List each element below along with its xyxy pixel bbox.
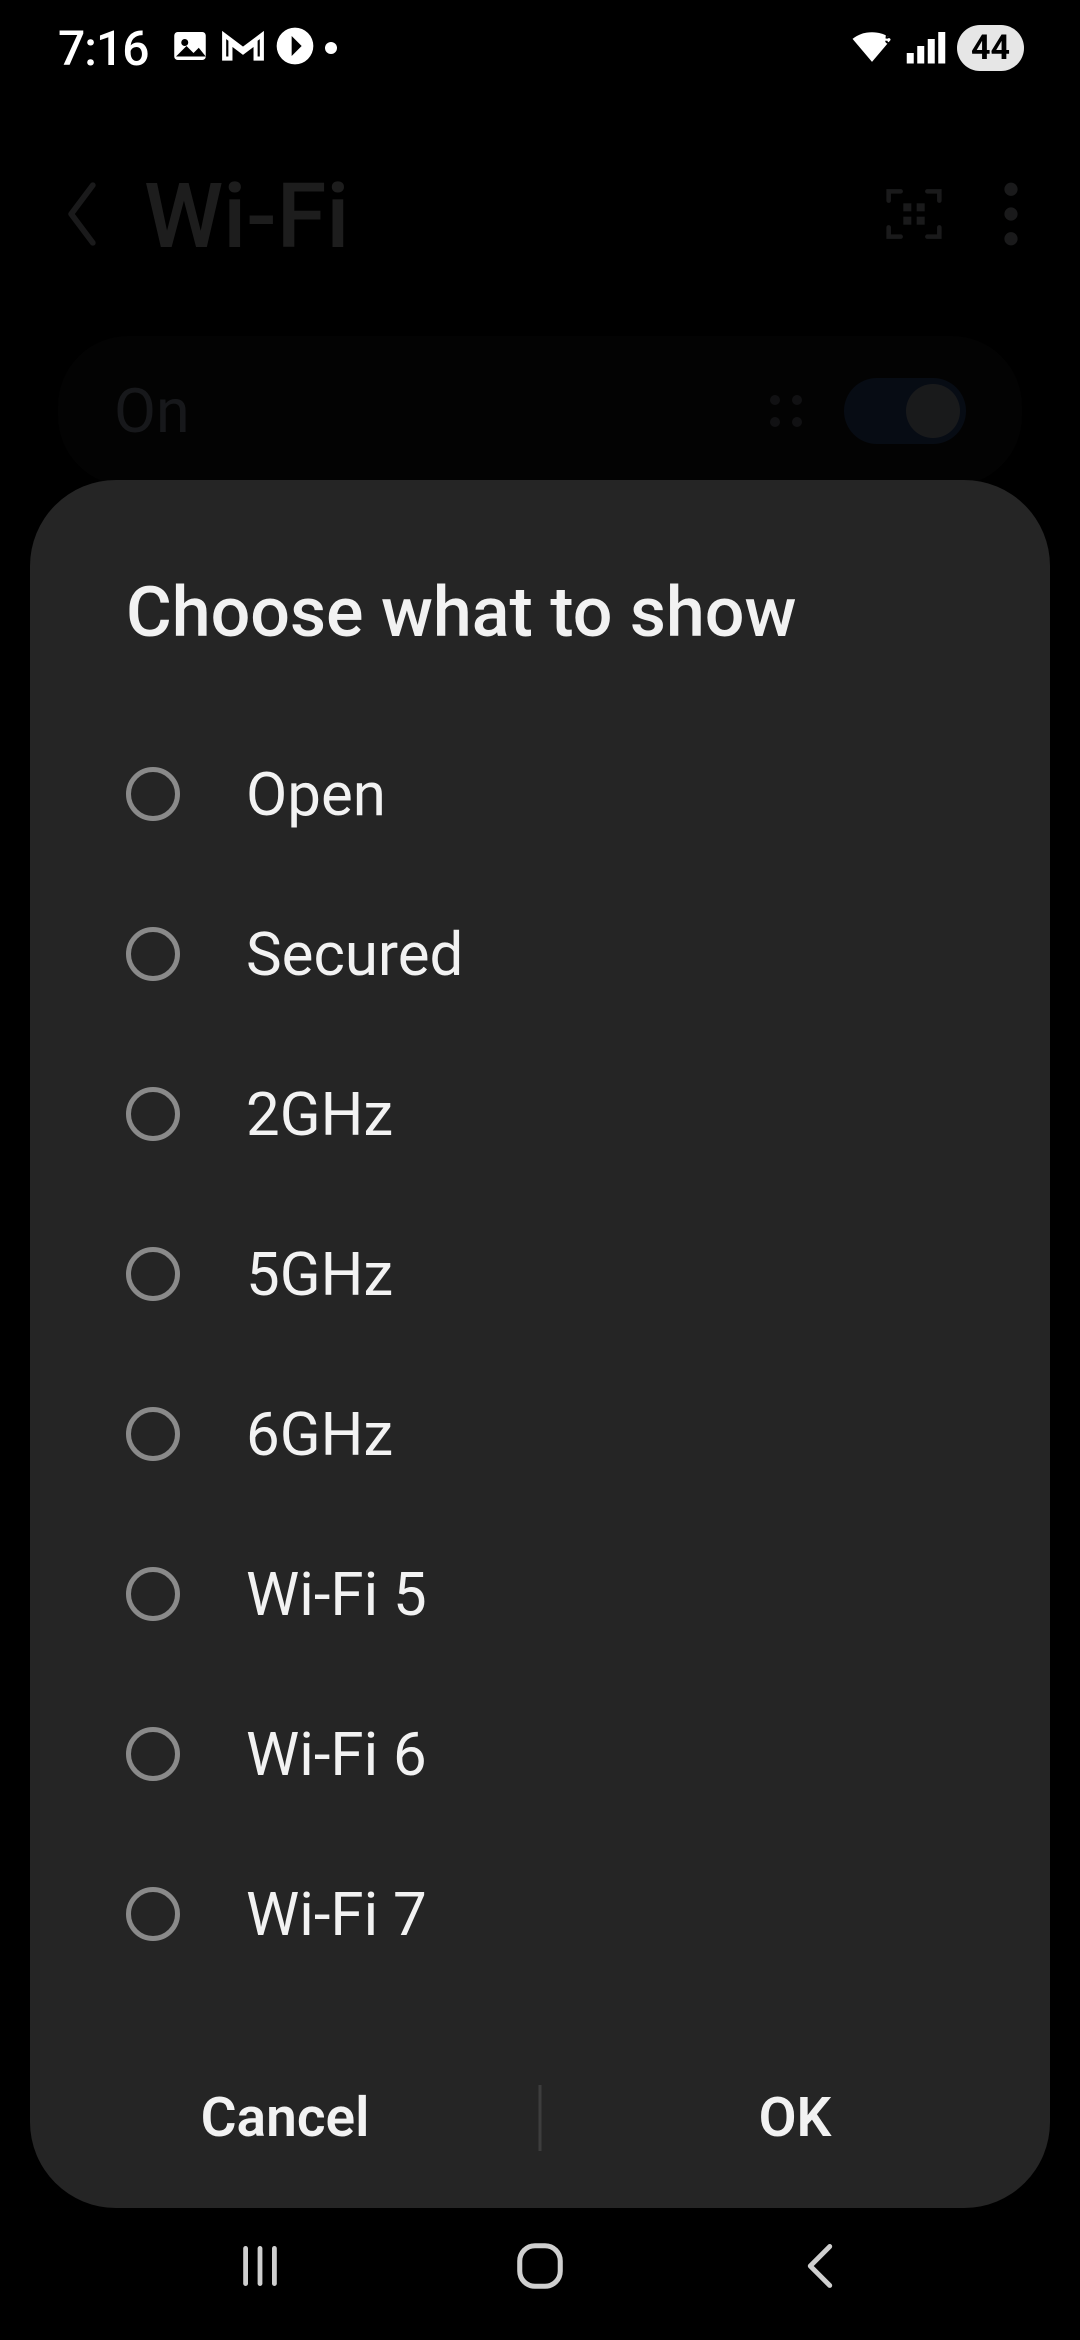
more-notifications-dot	[325, 42, 337, 54]
back-nav-icon[interactable]	[770, 2232, 870, 2300]
cancel-button[interactable]: Cancel	[30, 2086, 540, 2150]
ok-button[interactable]: OK	[540, 2086, 1050, 2150]
home-nav-icon[interactable]	[490, 2232, 590, 2300]
radio-icon	[126, 1087, 180, 1141]
wifi-status-icon: 5	[849, 27, 895, 69]
dialog-actions: Cancel OK	[30, 2028, 1050, 2208]
option-open[interactable]: Open	[30, 714, 1050, 874]
battery-indicator: 44	[957, 25, 1024, 71]
app-notification-icon	[275, 26, 315, 70]
option-label: Open	[246, 759, 386, 830]
option-label: 2GHz	[246, 1079, 393, 1150]
option-label: 5GHz	[246, 1239, 393, 1310]
radio-icon	[126, 1567, 180, 1621]
recents-nav-icon[interactable]	[210, 2232, 310, 2300]
gmail-notification-icon	[221, 29, 265, 67]
option-wifi7[interactable]: Wi-Fi 7	[30, 1834, 1050, 1994]
option-2ghz[interactable]: 2GHz	[30, 1034, 1050, 1194]
system-nav-bar	[0, 2192, 1080, 2340]
option-wifi5[interactable]: Wi-Fi 5	[30, 1514, 1050, 1674]
status-bar: 7:16 5 44	[0, 0, 1080, 96]
radio-icon	[126, 767, 180, 821]
option-label: Secured	[246, 919, 463, 990]
radio-icon	[126, 927, 180, 981]
option-label: Wi-Fi 5	[246, 1559, 427, 1630]
option-label: Wi-Fi 6	[246, 1719, 427, 1790]
option-5ghz[interactable]: 5GHz	[30, 1194, 1050, 1354]
dialog-options-list: Open Secured 2GHz 5GHz 6GHz Wi-Fi 5 Wi-F…	[30, 714, 1050, 1994]
radio-icon	[126, 1727, 180, 1781]
radio-icon	[126, 1887, 180, 1941]
svg-text:5: 5	[884, 29, 893, 48]
option-label: 6GHz	[246, 1399, 393, 1470]
dialog-title: Choose what to show	[30, 572, 1050, 714]
radio-icon	[126, 1407, 180, 1461]
gallery-notification-icon	[169, 25, 211, 71]
status-time: 7:16	[58, 20, 149, 77]
radio-icon	[126, 1247, 180, 1301]
option-wifi6[interactable]: Wi-Fi 6	[30, 1674, 1050, 1834]
option-secured[interactable]: Secured	[30, 874, 1050, 1034]
filter-dialog: Choose what to show Open Secured 2GHz 5G…	[30, 480, 1050, 2208]
option-6ghz[interactable]: 6GHz	[30, 1354, 1050, 1514]
signal-status-icon	[905, 27, 947, 69]
option-label: Wi-Fi 7	[246, 1879, 427, 1950]
